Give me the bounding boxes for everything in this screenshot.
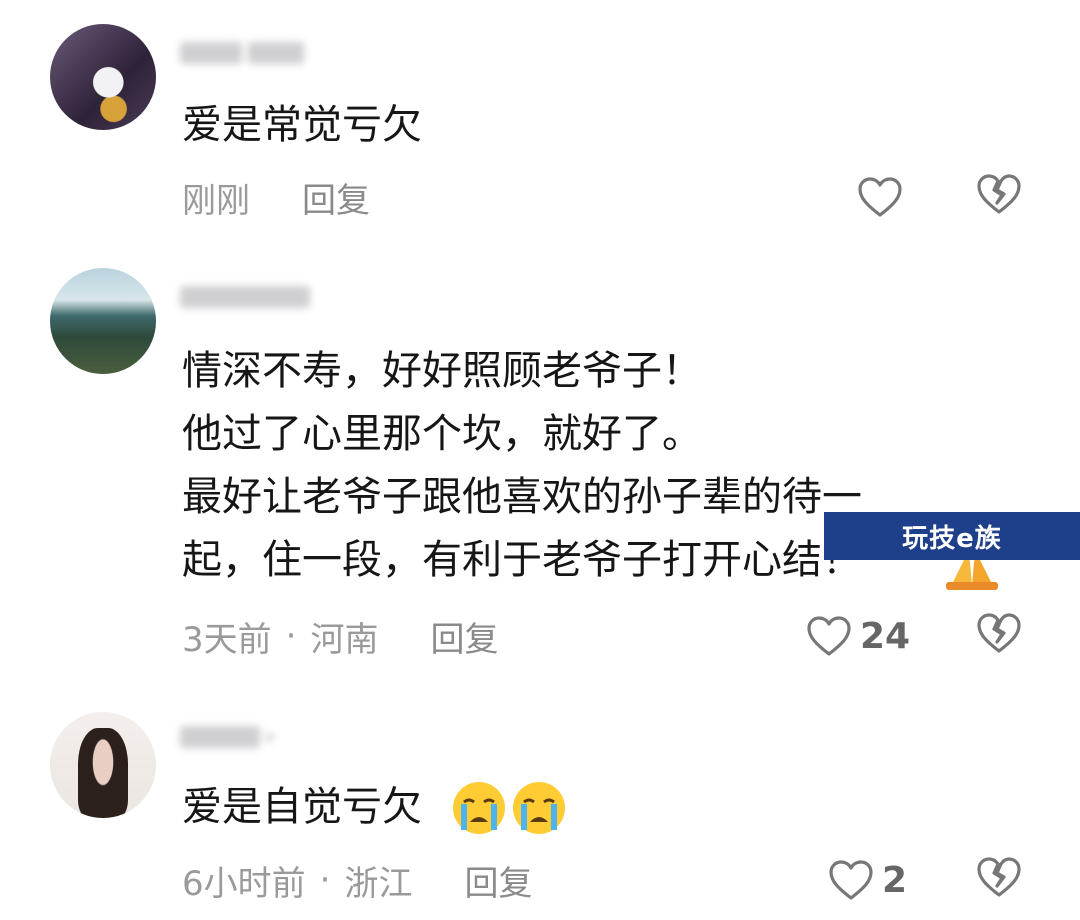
like-count: 24: [860, 615, 911, 657]
comment-time: 3天前: [182, 619, 272, 660]
separator: ·: [285, 616, 297, 656]
reply-button[interactable]: 回复: [302, 173, 370, 222]
comment-text: 他过了心里那个坎，就好了。: [182, 411, 702, 457]
dislike-button[interactable]: [975, 855, 1025, 905]
heart-outline-icon: [857, 176, 903, 218]
comment-meta: 3天前 · 河南 回复: [182, 611, 498, 661]
heart-outline-icon: [828, 859, 874, 901]
heart-outline-icon: [806, 615, 852, 657]
comment-meta: 6小时前 · 浙江 回复: [182, 855, 532, 905]
comment-meta: 刚刚 回复: [182, 172, 370, 222]
broken-heart-icon: [975, 855, 1025, 899]
dislike-button[interactable]: [975, 611, 1025, 661]
avatar[interactable]: [50, 24, 156, 130]
crying-face-emoji: [510, 780, 568, 840]
comment-text: 爱是自觉亏欠: [182, 776, 422, 839]
dislike-button[interactable]: [975, 172, 1025, 222]
reply-button[interactable]: 回复: [430, 612, 498, 661]
like-count: 2: [882, 859, 908, 901]
comment-text: 最好让老爷子跟他喜欢的孙子辈的待一: [182, 474, 862, 520]
crying-face-emoji: [450, 780, 508, 840]
like-button[interactable]: 2: [828, 855, 907, 905]
comment-text-line: 爱是自觉亏欠: [182, 784, 422, 830]
comment-location: 河南: [310, 619, 379, 660]
watermark: 玩技e族: [824, 512, 1080, 560]
username-blurred[interactable]: [180, 722, 274, 752]
avatar[interactable]: [50, 268, 156, 374]
comment-text-line: 起，住一段，有利于老爷子打开心结！: [182, 537, 862, 583]
like-button[interactable]: [857, 172, 903, 222]
like-button[interactable]: 24: [806, 611, 910, 661]
comment-text: 起，住一段，有利于老爷子打开心结！: [182, 529, 862, 592]
username-blurred[interactable]: [180, 282, 310, 312]
reply-button[interactable]: 回复: [464, 856, 532, 905]
avatar[interactable]: [50, 712, 156, 818]
comment-time: 刚刚: [182, 180, 250, 221]
username-blurred[interactable]: [180, 38, 304, 68]
separator: ·: [319, 860, 331, 900]
comment-location: 浙江: [344, 863, 413, 904]
comment-text: 情深不寿，好好照顾老爷子！: [182, 348, 702, 394]
comment-text: 爱是常觉亏欠: [182, 102, 422, 148]
comment-time: 6小时前: [182, 863, 306, 904]
broken-heart-icon: [975, 611, 1025, 655]
broken-heart-icon: [975, 172, 1025, 216]
